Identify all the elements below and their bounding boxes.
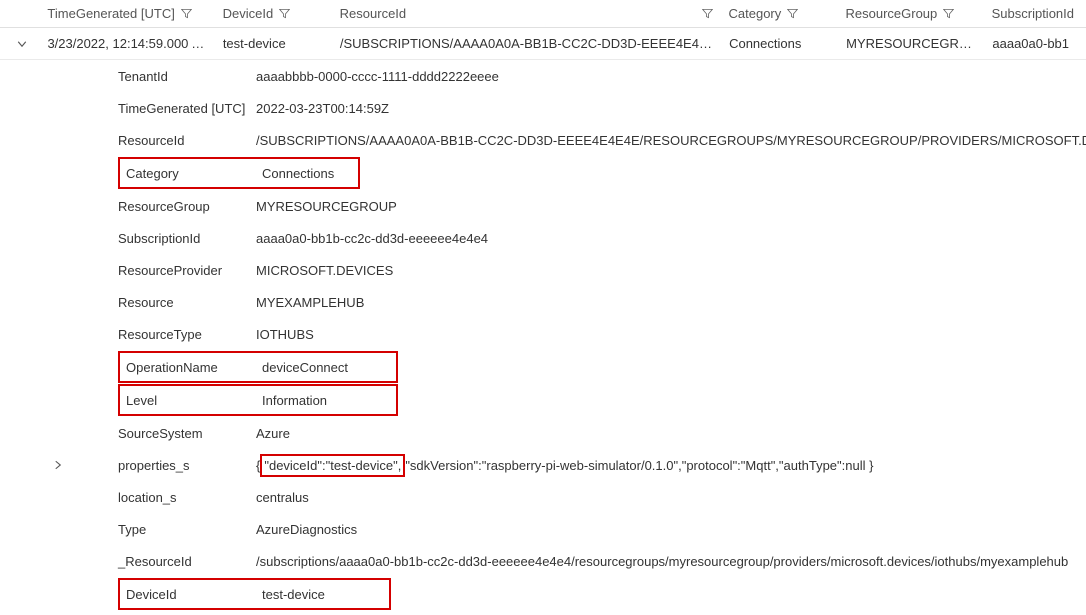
cell-timegenerated: 3/23/2022, 12:14:59.000 AM (39, 36, 214, 51)
detail-key: Category (124, 164, 181, 183)
detail-row-sourcesystem: SourceSystem Azure (40, 417, 1086, 449)
detail-key: location_s (116, 488, 179, 507)
column-label: ResourceId (340, 6, 406, 21)
detail-row-type: Type AzureDiagnostics (40, 513, 1086, 545)
log-result-row[interactable]: 3/23/2022, 12:14:59.000 AM test-device /… (0, 28, 1086, 60)
detail-value: MYRESOURCEGROUP (252, 199, 1086, 214)
chevron-down-icon (16, 38, 28, 50)
column-header-resourceid[interactable]: ResourceId (332, 6, 721, 21)
detail-row-properties_s: properties_s {"deviceId":"test-device","… (40, 449, 1086, 481)
cell-resourceid: /SUBSCRIPTIONS/AAAA0A0A-BB1B-CC2C-DD3D-E… (332, 36, 721, 51)
detail-key: Level (124, 391, 159, 410)
detail-key: _ResourceId (116, 552, 194, 571)
detail-value: test-device (258, 587, 389, 602)
detail-row-resourceid: ResourceId /SUBSCRIPTIONS/AAAA0A0A-BB1B-… (40, 124, 1086, 156)
detail-value: 2022-03-23T00:14:59Z (252, 101, 1086, 116)
detail-value: aaaa0a0-bb1b-cc2c-dd3d-eeeeee4e4e4 (252, 231, 1086, 246)
detail-key: TimeGenerated [UTC] (116, 99, 247, 118)
filter-icon[interactable] (943, 8, 954, 19)
column-label: ResourceGroup (846, 6, 938, 21)
filter-icon[interactable] (181, 8, 192, 19)
log-details-panel: TenantId aaaabbbb-0000-cccc-1111-dddd222… (0, 60, 1086, 610)
filter-icon[interactable] (702, 8, 713, 19)
detail-value: IOTHUBS (252, 327, 1086, 342)
column-label: SubscriptionId (992, 6, 1074, 21)
detail-value: AzureDiagnostics (252, 522, 1086, 537)
detail-row-timegenerated: TimeGenerated [UTC] 2022-03-23T00:14:59Z (40, 92, 1086, 124)
detail-value: deviceConnect (258, 360, 396, 375)
filter-icon[interactable] (787, 8, 798, 19)
column-header-subscriptionid[interactable]: SubscriptionId (984, 6, 1082, 21)
cell-subscriptionid: aaaa0a0-bb1 (984, 36, 1082, 51)
detail-row-resourceprovider: ResourceProvider MICROSOFT.DEVICES (40, 254, 1086, 286)
column-header-category[interactable]: Category (721, 6, 838, 21)
row-expander[interactable] (4, 38, 39, 50)
results-column-headers: TimeGenerated [UTC] DeviceId ResourceId … (0, 0, 1086, 28)
cell-resourcegroup: MYRESOURCEGROUP (838, 36, 984, 51)
detail-key: DeviceId (124, 585, 179, 604)
detail-value: centralus (252, 490, 1086, 505)
detail-value: aaaabbbb-0000-cccc-1111-dddd2222eeee (252, 69, 1086, 84)
detail-key: ResourceProvider (116, 261, 224, 280)
filter-icon[interactable] (279, 8, 290, 19)
detail-key: Type (116, 520, 148, 539)
detail-row-deviceid: DeviceId test-device (118, 578, 391, 610)
detail-row-category: Category Connections (118, 157, 360, 189)
cell-deviceid: test-device (215, 36, 332, 51)
detail-key: Resource (116, 293, 176, 312)
detail-key: SubscriptionId (116, 229, 202, 248)
column-header-timegenerated[interactable]: TimeGenerated [UTC] (39, 6, 214, 21)
chevron-right-icon (52, 459, 64, 471)
column-header-resourcegroup[interactable]: ResourceGroup (838, 6, 984, 21)
row-expander[interactable] (40, 459, 76, 471)
column-label: Category (729, 6, 782, 21)
detail-row-operationname: OperationName deviceConnect (118, 351, 398, 383)
detail-value: /SUBSCRIPTIONS/AAAA0A0A-BB1B-CC2C-DD3D-E… (252, 133, 1086, 148)
column-label: TimeGenerated [UTC] (47, 6, 174, 21)
column-header-deviceid[interactable]: DeviceId (215, 6, 332, 21)
detail-row-resourcetype: ResourceType IOTHUBS (40, 318, 1086, 350)
detail-row-tenantid: TenantId aaaabbbb-0000-cccc-1111-dddd222… (40, 60, 1086, 92)
column-label: DeviceId (223, 6, 274, 21)
detail-value: /subscriptions/aaaa0a0-bb1b-cc2c-dd3d-ee… (252, 554, 1086, 569)
detail-value: Connections (258, 166, 358, 181)
cell-category: Connections (721, 36, 838, 51)
detail-row-_resourceid: _ResourceId /subscriptions/aaaa0a0-bb1b-… (40, 545, 1086, 577)
detail-value: {"deviceId":"test-device","sdkVersion":"… (252, 454, 1086, 477)
detail-value: MYEXAMPLEHUB (252, 295, 1086, 310)
json-highlight-deviceid: "deviceId":"test-device", (260, 454, 405, 477)
detail-value: Azure (252, 426, 1086, 441)
detail-key: properties_s (116, 456, 192, 475)
detail-row-subscriptionid: SubscriptionId aaaa0a0-bb1b-cc2c-dd3d-ee… (40, 222, 1086, 254)
json-post: "sdkVersion":"raspberry-pi-web-simulator… (405, 458, 873, 473)
detail-row-resourcegroup: ResourceGroup MYRESOURCEGROUP (40, 190, 1086, 222)
detail-row-resource: Resource MYEXAMPLEHUB (40, 286, 1086, 318)
detail-row-location_s: location_s centralus (40, 481, 1086, 513)
detail-value: Information (258, 393, 396, 408)
detail-key: SourceSystem (116, 424, 205, 443)
detail-key: TenantId (116, 67, 170, 86)
detail-key: ResourceType (116, 325, 204, 344)
detail-key: OperationName (124, 358, 220, 377)
detail-key: ResourceId (116, 131, 186, 150)
detail-row-level: Level Information (118, 384, 398, 416)
detail-key: ResourceGroup (116, 197, 212, 216)
detail-value: MICROSOFT.DEVICES (252, 263, 1086, 278)
